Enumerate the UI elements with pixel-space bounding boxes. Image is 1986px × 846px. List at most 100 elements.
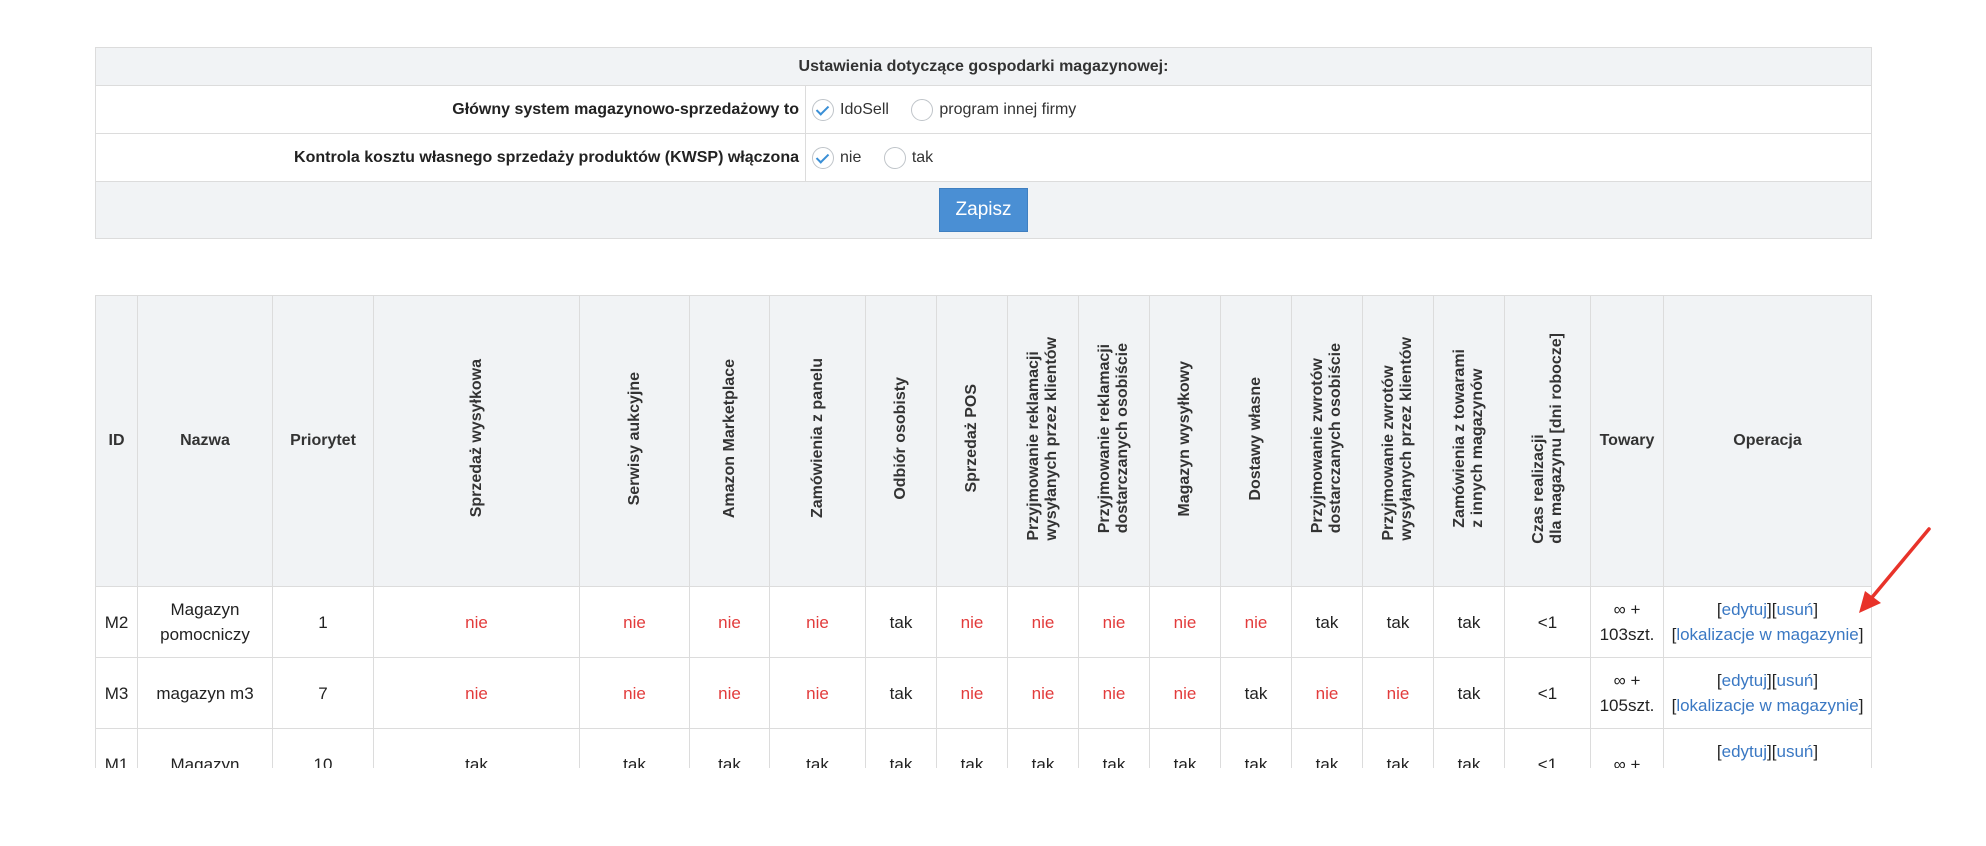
flag-cell: nie <box>1362 657 1434 729</box>
column-header-text: Czas realizacji dla magazynu [dni robocz… <box>1529 333 1565 544</box>
column-header-text: Przyjmowanie zwrotów dostarczanych osobi… <box>1309 343 1344 534</box>
operations-cell: [edytuj][usuń][lokalizacje w magazynie] <box>1663 586 1872 658</box>
column-header: Przyjmowanie reklamacji dostarczanych os… <box>1078 295 1150 587</box>
bracket: ] <box>1813 600 1819 619</box>
bracket: ] <box>1813 671 1819 690</box>
bracket: ] <box>1813 742 1819 761</box>
table-header-row: ID Nazwa Priorytet Sprzedaż wysyłkowa Se… <box>95 295 1872 587</box>
warehouse-id: M3 <box>95 657 138 729</box>
flag-cell: nie <box>1149 657 1221 729</box>
flag-cell: nie <box>1078 586 1150 658</box>
column-header-text: Dostawy własne <box>1247 376 1264 501</box>
flag-cell: nie <box>936 586 1008 658</box>
warehouse-priority: 7 <box>272 657 374 729</box>
column-header: Sprzedaż wysyłkowa <box>373 295 580 587</box>
flag-cell: nie <box>769 657 866 729</box>
column-header: Operacja <box>1663 295 1872 587</box>
flag-cell: nie <box>936 657 1008 729</box>
save-button[interactable]: Zapisz <box>938 188 1029 232</box>
column-header-text: Amazon Marketplace <box>720 358 738 519</box>
flag-cell: nie <box>689 586 770 658</box>
radio-label: program innej firmy <box>939 100 1077 118</box>
goods-count-link[interactable]: 103szt. <box>1591 622 1663 647</box>
goods-infinity-link[interactable]: ∞ + <box>1591 668 1663 693</box>
warehouse-name: magazyn m3 <box>137 657 273 729</box>
column-header-text: Sprzedaż wysyłkowa <box>467 359 485 518</box>
edit-link[interactable]: edytuj <box>1722 671 1767 690</box>
flag-cell: nie <box>579 586 690 658</box>
column-header: Przyjmowanie reklamacji wysyłanych przez… <box>1007 295 1079 587</box>
delete-link[interactable]: usuń <box>1776 742 1813 761</box>
column-header-text: Przyjmowanie zwrotów wysyłanych przez kl… <box>1380 336 1415 541</box>
column-header: Przyjmowanie zwrotów dostarczanych osobi… <box>1291 295 1363 587</box>
goods-cell: ∞ +103szt. <box>1590 586 1664 658</box>
flag-cell: nie <box>373 586 580 658</box>
radio-label: nie <box>840 148 862 166</box>
delete-link[interactable]: usuń <box>1776 671 1813 690</box>
flag-cell: nie <box>1291 657 1363 729</box>
annotation-arrow-icon <box>1859 527 1931 613</box>
settings-row-main-system: Główny system magazynowo-sprzedażowy to … <box>95 85 1872 134</box>
operations-cell: [edytuj][usuń][lokalizacje w magazynie] <box>1663 657 1872 729</box>
column-header-text: Sprzedaż POS <box>963 384 980 493</box>
column-header: Sprzedaż POS <box>936 295 1008 587</box>
flag-cell: nie <box>689 657 770 729</box>
realization-time: <1 <box>1504 586 1591 658</box>
table-row: M2 Magazyn pomocniczy 1 nie nie nie nie tak nie n… <box>95 586 1872 658</box>
column-header-text: Odbiór osobisty <box>892 377 909 500</box>
radio-label: IdoSell <box>840 100 889 118</box>
flag-cell: tak <box>1433 657 1505 729</box>
column-header-text: Zamówienia z panelu <box>808 358 826 519</box>
radio-kwsp-no[interactable] <box>812 146 834 169</box>
column-header: Nazwa <box>137 295 273 587</box>
goods-infinity-link[interactable]: ∞ + <box>1591 597 1663 622</box>
flag-cell: nie <box>1078 657 1150 729</box>
bracket: ] <box>1858 696 1864 715</box>
radio-kwsp-yes[interactable] <box>883 146 906 169</box>
column-header: Czas realizacji dla magazynu [dni robocz… <box>1504 295 1591 587</box>
flag-cell: nie <box>1007 586 1079 658</box>
column-header-text: Zamówienia z towarami z innych magazynów <box>1451 349 1486 528</box>
edit-link[interactable]: edytuj <box>1722 742 1767 761</box>
crop-edge <box>0 768 1986 846</box>
column-header: Przyjmowanie zwrotów wysyłanych przez kl… <box>1362 295 1434 587</box>
flag-cell: tak <box>1433 586 1505 658</box>
flag-cell: nie <box>1220 586 1292 658</box>
warehouse-priority: 1 <box>272 586 374 658</box>
goods-cell: ∞ +105szt. <box>1590 657 1664 729</box>
flag-cell: nie <box>769 586 866 658</box>
warehouse-settings-panel: Ustawienia dotyczące gospodarki magazyno… <box>95 47 1872 239</box>
flag-cell: nie <box>1007 657 1079 729</box>
delete-link[interactable]: usuń <box>1776 600 1813 619</box>
radio-label: tak <box>911 148 934 166</box>
flag-cell: nie <box>579 657 690 729</box>
edit-link[interactable]: edytuj <box>1722 600 1767 619</box>
locations-link[interactable]: lokalizacje w magazynie <box>1676 696 1858 715</box>
settings-row-kwsp: Kontrola kosztu własnego sprzedaży produ… <box>95 133 1872 182</box>
warehouse-id: M2 <box>95 586 138 658</box>
radio-other-company[interactable] <box>911 98 934 121</box>
column-header-text: Magazyn wysyłkowy <box>1176 360 1193 517</box>
flag-cell: tak <box>1362 586 1434 658</box>
flag-cell: nie <box>373 657 580 729</box>
column-header: Magazyn wysyłkowy <box>1149 295 1221 587</box>
settings-title: Ustawienia dotyczące gospodarki magazyno… <box>95 47 1872 86</box>
column-header: ID <box>95 295 138 587</box>
settings-label: Główny system magazynowo-sprzedażowy to <box>95 85 806 134</box>
column-header: Dostawy własne <box>1220 295 1292 587</box>
locations-link[interactable]: lokalizacje w magazynie <box>1676 625 1858 644</box>
column-header: Serwisy aukcyjne <box>579 295 690 587</box>
column-header: Zamówienia z towarami z innych magazynów <box>1433 295 1505 587</box>
goods-count-link[interactable]: 105szt. <box>1591 693 1663 718</box>
flag-cell: nie <box>1149 586 1221 658</box>
column-header-text: Serwisy aukcyjne <box>625 371 643 506</box>
radio-idosell[interactable] <box>812 98 834 121</box>
column-header-text: Przyjmowanie reklamacji wysyłanych przez… <box>1025 336 1060 541</box>
column-header: Odbiór osobisty <box>865 295 937 587</box>
flag-cell: tak <box>1220 657 1292 729</box>
table-row: M3 magazyn m3 7 nie nie nie nie tak nie nie nie nie… <box>95 657 1872 729</box>
column-header: Zamówienia z panelu <box>769 295 866 587</box>
flag-cell: tak <box>1291 586 1363 658</box>
column-header: Priorytet <box>272 295 374 587</box>
column-header: Towary <box>1590 295 1664 587</box>
